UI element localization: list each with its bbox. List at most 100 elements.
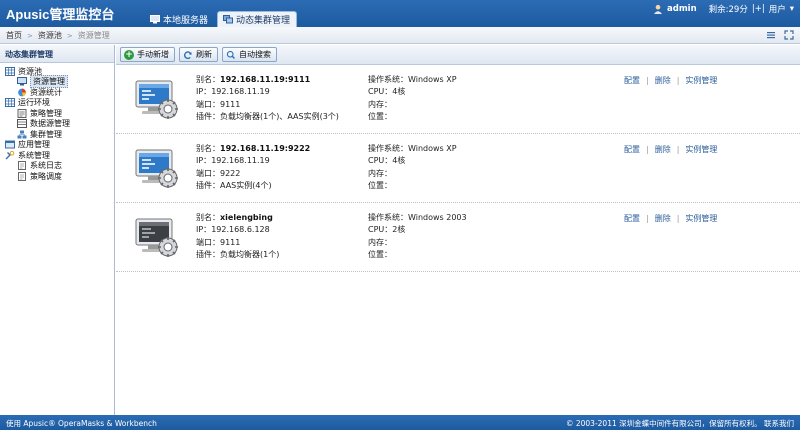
instance-management-link[interactable]: 实例管理 <box>685 213 717 224</box>
sidebar-item-resource-management[interactable]: 资源管理 <box>0 75 114 89</box>
memory-label: 内存： <box>368 168 392 178</box>
tab-local-server[interactable]: 本地服务器 <box>145 11 214 27</box>
top-header: Apusic管理监控台 本地服务器 动态集群管理 admin 剩余:29分 |+… <box>0 0 800 27</box>
sidebar: 动态集群管理 资源池 资源管理 资源统计 运行环境 策略管理 数据源管理 集群管… <box>0 45 115 415</box>
sidebar-item-system-management[interactable]: 系统管理 <box>0 150 114 161</box>
ip-label: IP： <box>196 87 212 97</box>
manual-add-button[interactable]: + 手动新增 <box>120 47 175 62</box>
chevron-down-icon[interactable]: ▾ <box>790 4 794 14</box>
port-label: 端口： <box>196 99 220 109</box>
auto-search-label: 自动搜索 <box>239 50 271 59</box>
server-icon <box>17 77 27 86</box>
sidebar-title: 动态集群管理 <box>0 45 114 63</box>
os-label: 操作系统： <box>368 75 408 84</box>
cluster-icon <box>223 15 234 24</box>
memory-label: 内存： <box>368 237 392 247</box>
alias-value: xielengbing <box>220 213 273 222</box>
fullscreen-icon[interactable] <box>784 30 794 40</box>
refresh-label: 刷新 <box>196 50 212 59</box>
refresh-button[interactable]: 刷新 <box>179 47 218 62</box>
sidebar-item-label: 资源统计 <box>30 87 62 97</box>
os-value: Windows XP <box>408 75 457 84</box>
resource-actions: 配置 | 删除 | 实例管理 <box>624 144 717 155</box>
config-link[interactable]: 配置 <box>624 144 640 155</box>
instance-management-link[interactable]: 实例管理 <box>685 144 717 155</box>
list-view-icon[interactable] <box>766 30 776 40</box>
app-logo: Apusic管理监控台 <box>6 7 115 22</box>
os-value: Windows 2003 <box>408 213 467 222</box>
separator: | <box>646 214 649 223</box>
sidebar-item-label: 系统管理 <box>18 150 50 160</box>
user-menu[interactable]: 用户 <box>769 3 786 15</box>
search-icon <box>226 50 236 59</box>
resource-system-info: 操作系统：Windows XP CPU：4核 内存： 位置： <box>368 74 528 123</box>
breadcrumb-current: 资源管理 <box>77 31 110 40</box>
footer: 使用 Apusic® OperaMasks & Workbench © 2003… <box>0 415 800 430</box>
delete-link[interactable]: 删除 <box>655 144 671 155</box>
main-content: + 手动新增 刷新 自动搜索 别名：192.168.11.19:9111 IP：… <box>116 45 800 415</box>
server-monitor-inactive-icon <box>135 218 178 257</box>
separator: | <box>646 145 649 154</box>
datasource-icon <box>17 119 27 129</box>
tab-cluster-management-label: 动态集群管理 <box>236 16 291 26</box>
sidebar-item-label: 系统日志 <box>30 161 62 171</box>
footer-powered-by: 使用 Apusic® OperaMasks & Workbench <box>6 419 157 428</box>
auto-search-button[interactable]: 自动搜索 <box>222 47 277 62</box>
sidebar-item-runtime-env[interactable]: 运行环境 <box>0 98 114 109</box>
sidebar-tree: 资源池 资源管理 资源统计 运行环境 策略管理 数据源管理 集群管理 应用管理 <box>0 63 114 182</box>
sidebar-item-resource-stats[interactable]: 资源统计 <box>0 87 114 98</box>
memory-label: 内存： <box>368 99 392 109</box>
monitor-icon <box>150 14 160 23</box>
instance-management-link[interactable]: 实例管理 <box>685 75 717 86</box>
alias-value: 192.168.11.19:9222 <box>220 144 311 153</box>
tab-cluster-management[interactable]: 动态集群管理 <box>217 11 298 27</box>
delete-link[interactable]: 删除 <box>655 75 671 86</box>
os-label: 操作系统： <box>368 144 408 153</box>
pie-chart-icon <box>18 88 26 97</box>
toolbar: + 手动新增 刷新 自动搜索 <box>116 45 800 65</box>
sidebar-item-policy-management[interactable]: 策略管理 <box>0 108 114 119</box>
sidebar-item-datasource-management[interactable]: 数据源管理 <box>0 119 114 130</box>
tools-icon <box>5 150 15 160</box>
list-item: 别名：xielengbing IP：192.168.6.128 端口：9111 … <box>116 203 800 272</box>
user-area: admin 剩余:29分 |+| 用户 ▾ <box>653 3 794 15</box>
breadcrumb-resource-pool[interactable]: 资源池 <box>38 30 62 41</box>
footer-copyright: © 2003-2011 深圳金蝶中间件有限公司，保留所有权利。 联系我们 <box>565 419 794 428</box>
main-tabs: 本地服务器 动态集群管理 <box>145 11 300 27</box>
plugin-label: 插件： <box>196 180 220 190</box>
sidebar-item-policy-schedule[interactable]: 策略调度 <box>0 171 114 182</box>
plugin-label: 插件： <box>196 111 220 121</box>
delete-link[interactable]: 删除 <box>655 213 671 224</box>
config-link[interactable]: 配置 <box>624 213 640 224</box>
resource-list: 别名：192.168.11.19:9111 IP：192.168.11.19 端… <box>116 65 800 272</box>
sidebar-item-label: 策略管理 <box>30 108 62 118</box>
logout-link[interactable]: |+| <box>752 4 765 14</box>
breadcrumb: 首页 > 资源池 > 资源管理 <box>6 30 110 41</box>
ip-value: 192.168.11.19 <box>211 87 270 97</box>
resource-system-info: 操作系统：Windows XP CPU：4核 内存： 位置： <box>368 143 528 192</box>
cpu-value: 4核 <box>392 87 406 97</box>
config-link[interactable]: 配置 <box>624 75 640 86</box>
location-label: 位置： <box>368 249 392 259</box>
schedule-icon <box>18 171 26 181</box>
sidebar-item-cluster-management[interactable]: 集群管理 <box>0 129 114 140</box>
sidebar-item-system-log[interactable]: 系统日志 <box>0 161 114 172</box>
resource-actions: 配置 | 删除 | 实例管理 <box>624 75 717 86</box>
plugin-value: AAS实例(4个) <box>220 180 272 190</box>
breadcrumb-home[interactable]: 首页 <box>6 30 22 41</box>
plugin-value: 负载均衡器(1个)、AAS实例(3个) <box>220 111 339 121</box>
location-label: 位置： <box>368 180 392 190</box>
ip-label: IP： <box>196 225 212 235</box>
tab-local-server-label: 本地服务器 <box>163 15 209 26</box>
username: admin <box>667 4 697 14</box>
port-value: 9111 <box>220 237 241 247</box>
manual-add-label: 手动新增 <box>137 50 169 59</box>
ip-label: IP： <box>196 156 212 166</box>
cpu-value: 2核 <box>392 225 406 235</box>
separator: | <box>676 145 680 154</box>
separator: | <box>646 76 649 85</box>
sidebar-item-label: 数据源管理 <box>30 119 70 129</box>
resource-info: 别名：xielengbing IP：192.168.6.128 端口：9111 … <box>196 212 356 261</box>
add-icon: + <box>124 49 134 60</box>
sidebar-item-app-management[interactable]: 应用管理 <box>0 140 114 151</box>
